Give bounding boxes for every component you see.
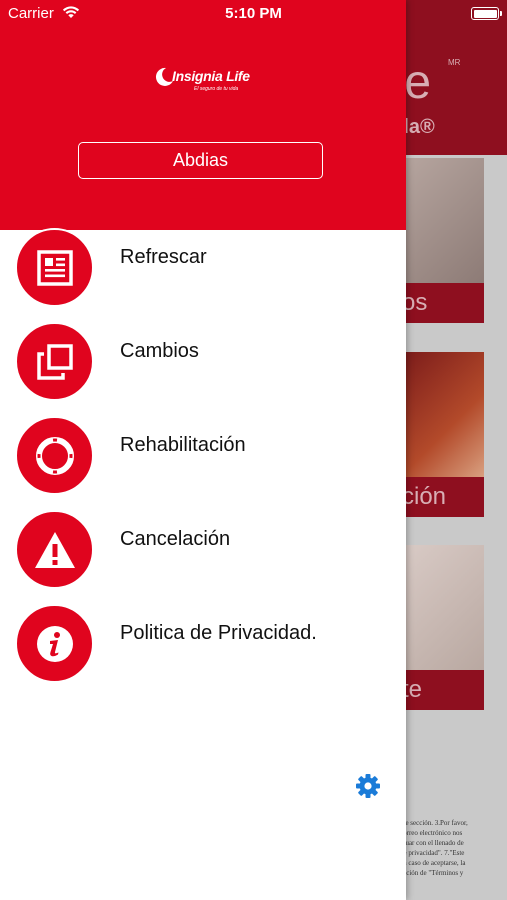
- background-card-image: [400, 158, 484, 283]
- background-card[interactable]: os: [400, 158, 484, 323]
- background-text-line: inuar con el llenado de: [400, 839, 464, 847]
- background-card-label: ción: [400, 477, 484, 517]
- gear-icon: [356, 774, 380, 798]
- menu-label-refrescar: Refrescar: [120, 246, 207, 268]
- crescent-icon: [155, 67, 173, 86]
- warning-icon: [15, 510, 94, 589]
- lifebuoy-icon: [15, 416, 94, 495]
- copy-squares-icon: [15, 322, 94, 401]
- newspaper-icon: [15, 228, 94, 307]
- battery-icon: [471, 7, 502, 20]
- info-icon: [15, 604, 94, 683]
- background-card-label: os: [400, 283, 484, 323]
- menu-item-cambios[interactable]: [0, 322, 406, 402]
- background-card-image: [400, 545, 484, 670]
- menu-label-cambios: Cambios: [120, 340, 199, 362]
- background-card-image: [400, 352, 484, 477]
- menu-label-privacidad: Politica de Privacidad.: [120, 622, 317, 644]
- user-name-button[interactable]: Abdias: [78, 142, 323, 179]
- brand-tagline: El seguro de tu vida: [194, 86, 239, 92]
- background-text-line: de privacidad". 7."Este: [400, 849, 465, 857]
- background-card[interactable]: te: [400, 545, 484, 710]
- background-card[interactable]: ción: [400, 352, 484, 517]
- background-text-line: correo electrónico nos: [400, 829, 463, 837]
- menu-label-rehabilitacion: Rehabilitación: [120, 434, 246, 456]
- side-drawer: Insignia Life El seguro de tu vida Abdia…: [0, 0, 406, 900]
- brand-logo: Insignia Life El seguro de tu vida: [154, 66, 264, 96]
- status-time: 5:10 PM: [225, 5, 282, 22]
- brand-name: Insignia Life: [172, 68, 250, 84]
- background-logo-mark: MR: [448, 58, 461, 67]
- background-text-line: ección de "Términos y: [400, 869, 464, 877]
- background-text-line: nte sección. 3.Por favor,: [400, 819, 468, 827]
- drawer-header: Insignia Life El seguro de tu vida Abdia…: [0, 0, 406, 230]
- background-card-label: te: [400, 670, 484, 710]
- menu-label-cancelacion: Cancelación: [120, 528, 231, 550]
- background-text-line: en caso de aceptarse, la: [400, 859, 466, 867]
- settings-button[interactable]: [355, 773, 381, 799]
- background-text: nte sección. 3.Por favor, correo electró…: [400, 818, 500, 878]
- status-bar: Carrier 5:10 PM: [0, 0, 507, 28]
